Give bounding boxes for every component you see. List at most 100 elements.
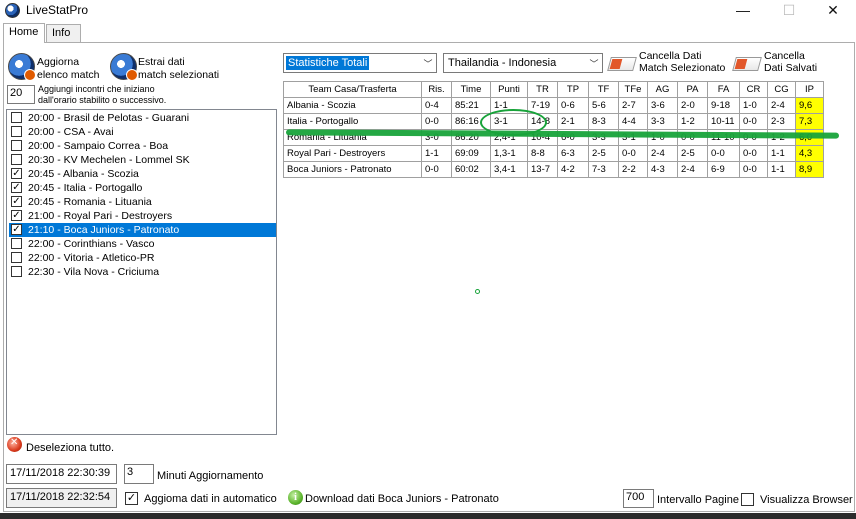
cell: 4-3: [647, 161, 678, 178]
cell: 8-3: [588, 113, 619, 130]
cell: 1,3-1: [490, 145, 528, 162]
cell: 0-0: [739, 161, 768, 178]
list-item[interactable]: 20:00 - CSA - Avai: [9, 125, 276, 139]
list-item[interactable]: ✓ 20:45 - Italia - Portogallo: [9, 181, 276, 195]
cell-ip: 9,6: [795, 97, 824, 114]
close-button[interactable]: ✕: [810, 0, 856, 22]
col-header: Punti: [490, 81, 528, 98]
col-header: TP: [557, 81, 589, 98]
match-checkbox[interactable]: [11, 154, 22, 165]
cell: 0-0: [739, 145, 768, 162]
annotation-circle: [480, 109, 547, 136]
cell: 1-1: [767, 145, 796, 162]
clear-saved-label-2: Dati Salvati: [764, 62, 818, 74]
list-item[interactable]: 22:00 - Vitoria - Atletico-PR: [9, 251, 276, 265]
title-bar: LiveStatPro — ☐ ✕: [0, 0, 856, 22]
col-header: Ris.: [421, 81, 452, 98]
taskbar-edge: [0, 513, 856, 519]
clear-saved-label-1: Cancella: [764, 50, 805, 62]
extract-label-1: Estrai dati: [138, 56, 185, 68]
table-row[interactable]: Boca Juniors - Patronato 0-0 60:02 3,4-1…: [283, 161, 824, 178]
cell: 0-6: [557, 97, 589, 114]
cell: 0-4: [421, 97, 452, 114]
tab-info[interactable]: Info: [46, 24, 81, 42]
update-minutes-label: Minuti Aggiornamento: [157, 470, 264, 482]
match-label: 22:00 - Corinthians - Vasco: [28, 238, 155, 250]
cell-team: Albania - Scozia: [283, 97, 422, 114]
match-dropdown[interactable]: Thailandia - Indonesia ﹀: [443, 53, 603, 73]
match-checkbox[interactable]: ✓: [11, 196, 22, 207]
list-item[interactable]: 22:00 - Corinthians - Vasco: [9, 237, 276, 251]
cell: 85:21: [451, 97, 491, 114]
cell: 0-0: [421, 113, 452, 130]
list-item[interactable]: 20:00 - Sampaio Correa - Boa: [9, 139, 276, 153]
update-minutes-input[interactable]: 3: [124, 464, 154, 484]
match-checkbox[interactable]: ✓: [11, 182, 22, 193]
list-item[interactable]: ✓ 20:45 - Albania - Scozia: [9, 167, 276, 181]
cell: 0-0: [739, 113, 768, 130]
auto-update-checkbox[interactable]: ✓: [125, 492, 138, 505]
stats-type-dropdown[interactable]: Statistiche Totali ﹀: [283, 53, 437, 73]
cell: 2-7: [618, 97, 648, 114]
add-note-line2: dall'orario stabilito o successivo.: [38, 95, 167, 105]
match-list[interactable]: 20:00 - Brasil de Pelotas - Guarani 20:0…: [6, 109, 277, 435]
window-title: LiveStatPro: [26, 3, 89, 17]
cell: 6-9: [707, 161, 740, 178]
stats-type-value: Statistiche Totali: [286, 56, 370, 70]
cell: 1-1: [421, 145, 452, 162]
chevron-down-icon: ﹀: [423, 59, 433, 69]
list-item-selected[interactable]: ✓ 21:10 - Boca Juniors - Patronato: [9, 223, 276, 237]
info-icon: i: [288, 490, 303, 505]
table-header-row: Team Casa/Trasferta Ris. Time Punti TR T…: [283, 81, 824, 98]
match-checkbox[interactable]: [11, 252, 22, 263]
cell-team: Boca Juniors - Patronato: [283, 161, 422, 178]
list-item[interactable]: 20:30 - KV Mechelen - Lommel SK: [9, 153, 276, 167]
show-browser-checkbox[interactable]: [741, 493, 754, 506]
last-update-time: 17/11/2018 22:30:39: [6, 464, 117, 484]
list-item[interactable]: ✓ 20:45 - Romania - Lituania: [9, 195, 276, 209]
table-row[interactable]: Royal Pari - Destroyers 1-1 69:09 1,3-1 …: [283, 145, 824, 162]
table-row[interactable]: Italia - Portogallo 0-0 86:16 3-1 14-8 2…: [283, 113, 824, 130]
col-header: Time: [451, 81, 491, 98]
match-checkbox[interactable]: [11, 112, 22, 123]
clear-match-label-2: Match Selezionato: [639, 62, 726, 74]
cell: 8-8: [527, 145, 558, 162]
list-item[interactable]: ✓ 21:00 - Royal Pari - Destroyers: [9, 209, 276, 223]
cell: 3-3: [647, 113, 678, 130]
eraser-icon: [732, 52, 762, 74]
minimize-button[interactable]: —: [720, 0, 766, 22]
match-label: 20:45 - Albania - Scozia: [28, 168, 139, 180]
cell: 2-4: [767, 97, 796, 114]
annotation-dot: [475, 289, 480, 294]
cell: 69:09: [451, 145, 491, 162]
list-item[interactable]: 20:00 - Brasil de Pelotas - Guarani: [9, 111, 276, 125]
deselect-label: Deseleziona tutto.: [26, 442, 115, 454]
col-header: TF: [588, 81, 619, 98]
show-browser-label: Visualizza Browser: [760, 494, 853, 506]
match-label: 20:45 - Romania - Lituania: [28, 196, 152, 208]
cell: 2-1: [557, 113, 589, 130]
start-minutes-input[interactable]: 20: [7, 85, 35, 104]
match-checkbox[interactable]: [11, 140, 22, 151]
cell: 2-3: [767, 113, 796, 130]
tab-home[interactable]: Home: [3, 23, 45, 43]
cell: 3,4-1: [490, 161, 528, 178]
col-header: TR: [527, 81, 558, 98]
cell: 10-11: [707, 113, 740, 130]
match-checkbox[interactable]: [11, 266, 22, 277]
match-checkbox[interactable]: ✓: [11, 224, 22, 235]
cell: 2-0: [677, 97, 708, 114]
match-checkbox[interactable]: [11, 126, 22, 137]
match-checkbox[interactable]: ✓: [11, 168, 22, 179]
refresh-ball-icon: [8, 53, 36, 81]
cell: 6-3: [557, 145, 589, 162]
maximize-button[interactable]: ☐: [766, 0, 812, 22]
table-row[interactable]: Albania - Scozia 0-4 85:21 1-1 7-19 0-6 …: [283, 97, 824, 114]
match-label: 21:00 - Royal Pari - Destroyers: [28, 210, 173, 222]
match-label: 20:00 - Brasil de Pelotas - Guarani: [28, 112, 190, 124]
page-interval-input[interactable]: 700: [623, 489, 654, 508]
cell-team: Italia - Portogallo: [283, 113, 422, 130]
match-checkbox[interactable]: [11, 238, 22, 249]
list-item[interactable]: 22:30 - Vila Nova - Criciuma: [9, 265, 276, 279]
match-checkbox[interactable]: ✓: [11, 210, 22, 221]
